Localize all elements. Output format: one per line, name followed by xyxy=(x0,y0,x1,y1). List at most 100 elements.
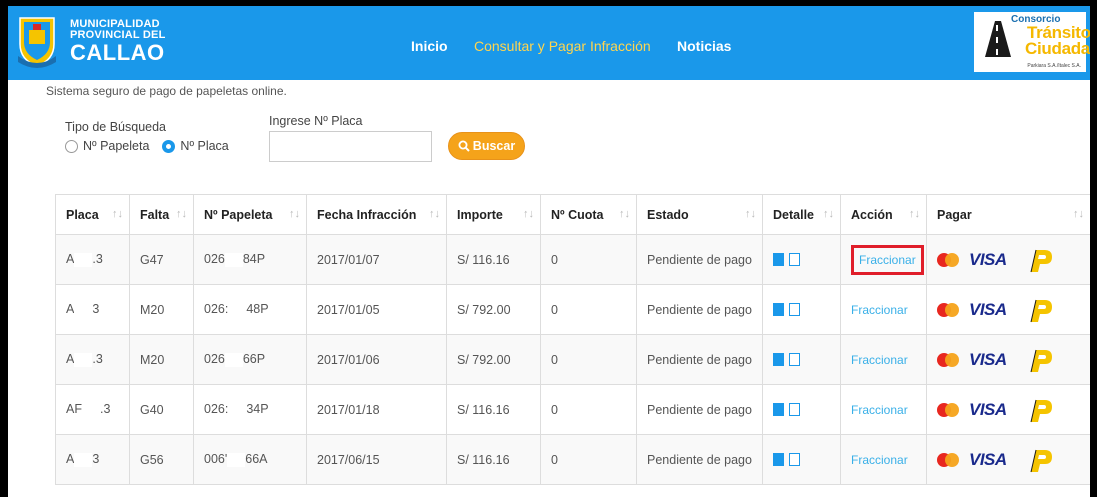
cell-importe: S/ 116.16 xyxy=(446,234,541,285)
sort-icon[interactable]: ↑↓ xyxy=(289,208,300,220)
col-header-papeleta[interactable]: Nº Papeleta ↑↓ xyxy=(193,194,307,235)
cell-pagar: VISA xyxy=(926,334,1090,385)
redacted-block xyxy=(74,352,93,367)
cell-cuota: 0 xyxy=(540,384,637,435)
table-row: AF .3 G40 026: 34P 2017/01/18 S/ 116.16 0 … xyxy=(55,384,1090,435)
fraccionar-link[interactable]: Fraccionar xyxy=(851,244,924,275)
brand-logo[interactable]: MUNICIPALIDAD PROVINCIAL DEL CALLAO xyxy=(14,12,166,70)
fraccionar-link[interactable]: Fraccionar xyxy=(851,403,908,417)
cell-placa: A .3 xyxy=(55,334,130,385)
cell-falta: M20 xyxy=(129,284,194,335)
document-icon[interactable] xyxy=(773,453,784,466)
document-icon[interactable] xyxy=(773,353,784,366)
cell-fecha: 2017/01/07 xyxy=(306,234,447,285)
cell-estado: Pendiente de pago xyxy=(636,234,763,285)
mastercard-icon[interactable] xyxy=(937,402,959,417)
radio-label-papeleta: Nº Papeleta xyxy=(83,139,150,153)
pagoefectivo-icon[interactable] xyxy=(1027,296,1055,324)
nav-inicio[interactable]: Inicio xyxy=(411,38,448,54)
cell-accion: Fraccionar xyxy=(840,334,927,385)
cell-detalle xyxy=(762,284,841,335)
redacted-block xyxy=(224,252,243,267)
cell-importe: S/ 116.16 xyxy=(446,384,541,435)
sort-icon[interactable]: ↑↓ xyxy=(745,208,756,220)
placa-input[interactable] xyxy=(269,131,432,162)
nav-consultar[interactable]: Consultar y Pagar Infracción xyxy=(474,38,651,54)
document-outline-icon[interactable] xyxy=(789,403,800,416)
pagoefectivo-icon[interactable] xyxy=(1027,346,1055,374)
fraccionar-link[interactable]: Fraccionar xyxy=(851,353,908,367)
cell-detalle xyxy=(762,334,841,385)
sort-icon[interactable]: ↑↓ xyxy=(909,208,920,220)
sort-icon[interactable]: ↑↓ xyxy=(176,208,187,220)
pagoefectivo-icon[interactable] xyxy=(1027,446,1055,474)
visa-icon[interactable]: VISA xyxy=(969,250,1007,270)
cell-placa: A3 xyxy=(55,284,130,335)
visa-icon[interactable]: VISA xyxy=(969,450,1007,470)
cell-papeleta: 026: 34P xyxy=(193,384,307,435)
cell-falta: G40 xyxy=(129,384,194,435)
sort-icon[interactable]: ↑↓ xyxy=(823,208,834,220)
document-outline-icon[interactable] xyxy=(789,453,800,466)
col-header-detalle[interactable]: Detalle ↑↓ xyxy=(762,194,841,235)
cell-pagar: VISA xyxy=(926,234,1090,285)
visa-icon[interactable]: VISA xyxy=(969,350,1007,370)
radio-unchecked-icon[interactable] xyxy=(65,139,78,153)
brand-line1: MUNICIPALIDAD xyxy=(70,17,160,30)
table-row: A .3 G47 026 84P 2017/01/07 S/ 116.16 0 Pe… xyxy=(55,234,1090,285)
cell-accion: Fraccionar xyxy=(840,384,927,435)
col-header-placa[interactable]: Placa ↑↓ xyxy=(55,194,130,235)
redacted-block xyxy=(224,352,243,367)
redacted-block xyxy=(228,402,247,417)
document-outline-icon[interactable] xyxy=(789,253,800,266)
cell-accion: Fraccionar xyxy=(840,434,927,485)
fraccionar-link[interactable]: Fraccionar xyxy=(851,303,908,317)
cell-cuota: 0 xyxy=(540,284,637,335)
col-header-pagar[interactable]: Pagar ↑↓ xyxy=(926,194,1090,235)
sort-icon[interactable]: ↑↓ xyxy=(112,208,123,220)
col-header-estado[interactable]: Estado ↑↓ xyxy=(636,194,763,235)
radio-option-papeleta[interactable]: Nº Papeleta xyxy=(65,139,149,153)
pagoefectivo-icon[interactable] xyxy=(1027,246,1055,274)
mastercard-icon[interactable] xyxy=(937,302,959,317)
cell-cuota: 0 xyxy=(540,234,637,285)
mastercard-icon[interactable] xyxy=(937,252,959,267)
col-header-importe[interactable]: Importe ↑↓ xyxy=(446,194,541,235)
col-header-falta[interactable]: Falta ↑↓ xyxy=(129,194,194,235)
mastercard-icon[interactable] xyxy=(937,352,959,367)
document-outline-icon[interactable] xyxy=(789,353,800,366)
sort-icon[interactable]: ↑↓ xyxy=(429,208,440,220)
sort-icon[interactable]: ↑↓ xyxy=(619,208,630,220)
document-icon[interactable] xyxy=(773,403,784,416)
callao-seal-icon xyxy=(14,12,60,70)
sort-icon[interactable]: ↑↓ xyxy=(523,208,534,220)
visa-icon[interactable]: VISA xyxy=(969,300,1007,320)
search-button[interactable]: Buscar xyxy=(448,132,525,160)
cell-accion: Fraccionar xyxy=(840,284,927,335)
table-header-row: Placa ↑↓ Falta ↑↓ Nº Papeleta ↑↓ Fecha Infr… xyxy=(55,194,1090,235)
col-header-fecha[interactable]: Fecha Infracción ↑↓ xyxy=(306,194,447,235)
radio-checked-icon[interactable] xyxy=(162,139,176,153)
cell-estado: Pendiente de pago xyxy=(636,334,763,385)
search-type-radios: Nº Papeleta Nº Placa xyxy=(65,139,242,153)
cell-cuota: 0 xyxy=(540,334,637,385)
visa-icon[interactable]: VISA xyxy=(969,400,1007,420)
redacted-block xyxy=(81,402,100,417)
nav-noticias[interactable]: Noticias xyxy=(677,38,731,54)
col-header-cuota[interactable]: Nº Cuota ↑↓ xyxy=(540,194,637,235)
document-icon[interactable] xyxy=(773,253,784,266)
cell-falta: M20 xyxy=(129,334,194,385)
document-icon[interactable] xyxy=(773,303,784,316)
radio-option-placa[interactable]: Nº Placa xyxy=(162,139,229,153)
cell-importe: S/ 792.00 xyxy=(446,284,541,335)
pagoefectivo-icon[interactable] xyxy=(1027,396,1055,424)
cell-fecha: 2017/01/06 xyxy=(306,334,447,385)
document-outline-icon[interactable] xyxy=(789,303,800,316)
sort-icon[interactable]: ↑↓ xyxy=(1073,208,1084,220)
fraccionar-link[interactable]: Fraccionar xyxy=(851,453,908,467)
page-frame: MUNICIPALIDAD PROVINCIAL DEL CALLAO Inic… xyxy=(8,6,1090,497)
consorcio-logo[interactable]: Consorcio Tránsito Ciudadano Parkiara S.… xyxy=(974,12,1090,72)
mastercard-icon[interactable] xyxy=(937,452,959,467)
col-header-accion[interactable]: Acción ↑↓ xyxy=(840,194,927,235)
cell-pagar: VISA xyxy=(926,384,1090,435)
